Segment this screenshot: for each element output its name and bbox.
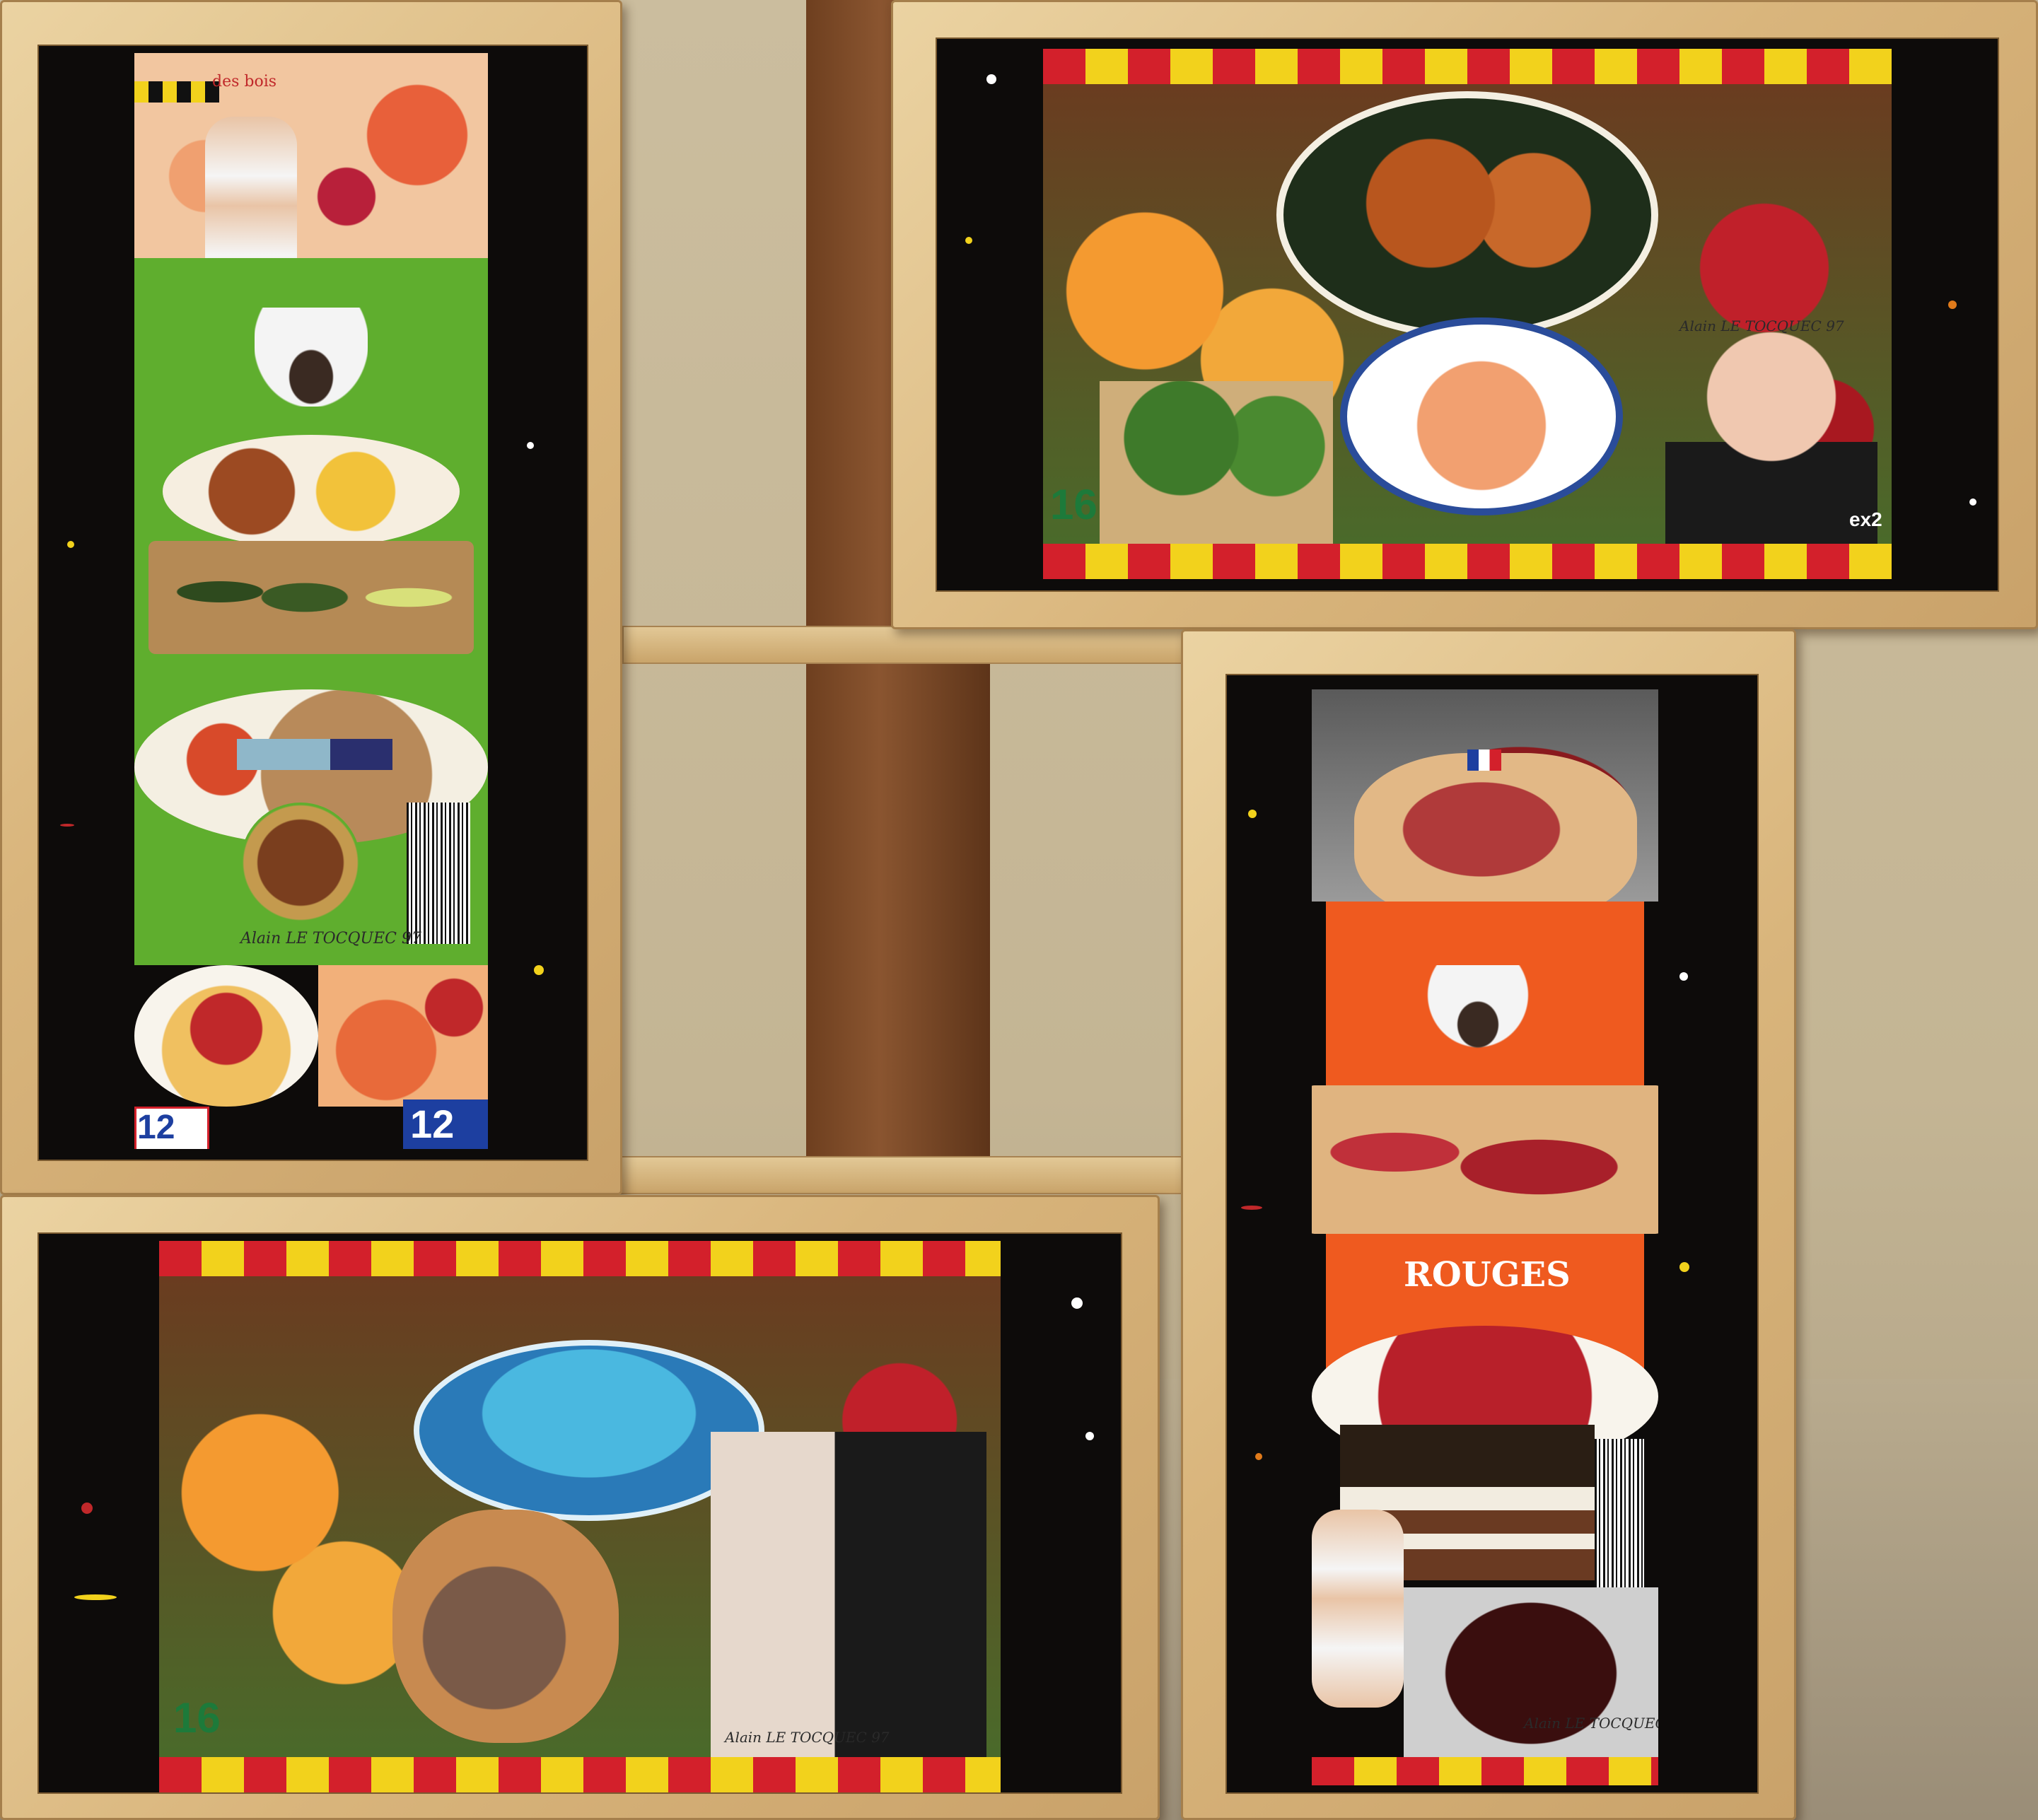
barcode bbox=[407, 803, 470, 944]
red-meat-board-photo bbox=[1312, 1085, 1658, 1234]
color-swatch-block bbox=[237, 739, 392, 770]
paint-splatter bbox=[534, 965, 544, 975]
mat-top-right: 16 ex2 Alain LE TOCQUEC 97 bbox=[936, 37, 1999, 592]
ex2-mark: ex2 bbox=[1849, 508, 1882, 530]
peach-photo bbox=[318, 965, 488, 1107]
pastry-plate-photo bbox=[163, 435, 460, 548]
frame-top-right: 16 ex2 Alain LE TOCQUEC 97 bbox=[891, 0, 2038, 629]
des-bois-label: des bois bbox=[212, 73, 277, 91]
broccoli-crate-photo bbox=[1100, 381, 1333, 544]
avocado-basket-photo bbox=[149, 541, 474, 654]
frame-right: ROUGES Alain LE TOCQUEC 97 bbox=[1181, 629, 1796, 1820]
frame-top-left: des bois Alain LE TOCQUEC 97 12 12 bbox=[0, 0, 622, 1195]
winged-figure-cutout bbox=[255, 308, 368, 407]
frame-bottom-left: 16 Alain LE TOCQUEC 97 bbox=[0, 1195, 1160, 1820]
paint-splatter bbox=[1255, 1453, 1262, 1460]
number-16: 16 bbox=[1050, 481, 1097, 528]
couple-photo bbox=[711, 1432, 986, 1757]
paint-splatter bbox=[965, 237, 972, 244]
checkered-tape bbox=[134, 81, 219, 103]
french-flag bbox=[1467, 749, 1501, 771]
paint-splatter bbox=[60, 824, 74, 827]
paint-splatter bbox=[1071, 1297, 1083, 1309]
dessert-plate-photo bbox=[134, 965, 318, 1107]
red-yellow-stripe-top bbox=[1043, 49, 1892, 84]
signature: Alain LE TOCQUEC 97 bbox=[725, 1729, 890, 1746]
wine-glass-photo bbox=[1404, 1587, 1658, 1778]
paint-splatter bbox=[986, 74, 996, 84]
paint-splatter bbox=[1241, 1206, 1262, 1210]
red-yellow-stripe-bottom bbox=[1312, 1757, 1658, 1785]
mat-bottom-left: 16 Alain LE TOCQUEC 97 bbox=[37, 1232, 1122, 1794]
wooden-rail-middle bbox=[622, 626, 1233, 664]
barcode bbox=[1595, 1439, 1644, 1602]
paint-splatter bbox=[1969, 498, 1976, 506]
collage-top-left: des bois Alain LE TOCQUEC 97 12 12 bbox=[134, 53, 488, 1149]
mat-right: ROUGES Alain LE TOCQUEC 97 bbox=[1225, 674, 1759, 1794]
crab-plate-photo bbox=[1276, 91, 1658, 339]
signature: Alain LE TOCQUEC 97 bbox=[240, 930, 421, 947]
wooden-rail-lower bbox=[615, 1156, 1226, 1194]
number-12-right: 12 bbox=[410, 1102, 455, 1146]
red-yellow-stripe-bottom bbox=[159, 1757, 1001, 1792]
collage-right: ROUGES Alain LE TOCQUEC 97 bbox=[1312, 689, 1658, 1778]
paint-splatter bbox=[527, 442, 534, 449]
minced-meat-board-photo bbox=[1354, 753, 1637, 923]
number-16: 16 bbox=[173, 1694, 221, 1742]
red-yellow-stripe-bottom bbox=[1043, 544, 1892, 579]
winged-figure-cutout bbox=[1425, 965, 1531, 1050]
salmon-plate-photo bbox=[1340, 317, 1623, 515]
paint-splatter bbox=[1679, 1262, 1689, 1272]
ham-photo bbox=[392, 1510, 619, 1743]
red-yellow-stripe-top bbox=[159, 1241, 1001, 1276]
signature: Alain LE TOCQUEC 97 bbox=[1524, 1715, 1658, 1732]
basset-hound-portrait bbox=[240, 803, 361, 923]
paint-splatter bbox=[1248, 810, 1257, 818]
lingerie-cutout bbox=[1312, 1510, 1404, 1708]
puppet-portrait bbox=[1665, 317, 1877, 544]
paint-splatter bbox=[74, 1594, 117, 1600]
signature: Alain LE TOCQUEC 97 bbox=[1679, 317, 1844, 334]
paint-splatter bbox=[81, 1503, 93, 1514]
collage-top-right: 16 ex2 Alain LE TOCQUEC 97 bbox=[1043, 84, 1892, 544]
paint-splatter bbox=[1679, 972, 1688, 981]
paint-splatter bbox=[1085, 1432, 1094, 1440]
paint-splatter bbox=[1948, 301, 1957, 309]
mat-top-left: des bois Alain LE TOCQUEC 97 12 12 bbox=[37, 45, 588, 1161]
rouges-caption: ROUGES bbox=[1404, 1255, 1571, 1295]
number-12-left: 12 bbox=[137, 1109, 175, 1146]
collage-bottom-left: 16 Alain LE TOCQUEC 97 bbox=[159, 1276, 1001, 1757]
paint-splatter bbox=[67, 541, 74, 548]
